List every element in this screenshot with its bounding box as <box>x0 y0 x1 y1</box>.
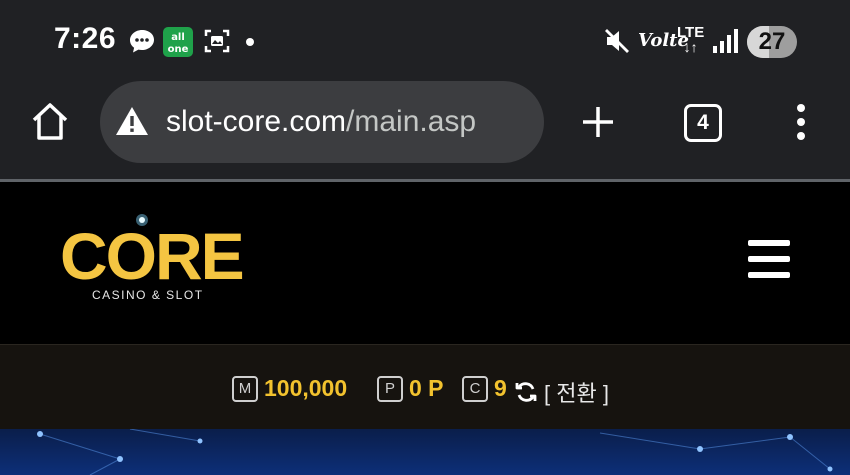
logo-wordmark: CORE <box>60 219 245 293</box>
balance-bar: M 100,000 P0 P C9 <box>0 344 850 430</box>
menu-line <box>748 256 790 262</box>
network-pattern <box>37 429 833 475</box>
app-notification-icon: all one <box>163 27 193 57</box>
url-text[interactable]: slot-core.com/main.asp <box>166 105 476 139</box>
svg-text:one: one <box>168 44 189 55</box>
mute-icon <box>603 26 631 61</box>
chat-notification-icon <box>128 27 156 55</box>
site-menu-button[interactable] <box>748 240 790 278</box>
site-header: CORE CASINO & SLOT <box>0 182 850 344</box>
money-badge: M <box>232 375 258 402</box>
url-domain: slot-core.com <box>166 105 347 138</box>
points-balance: P0 P <box>377 375 444 405</box>
coupon-balance: C9 <box>462 375 507 405</box>
tab-switcher-button[interactable]: 4 <box>684 104 722 142</box>
convert-button[interactable]: [ 전환 ] <box>544 376 609 408</box>
hero-banner <box>0 429 850 475</box>
refresh-icon[interactable] <box>514 380 538 409</box>
more-options-icon[interactable] <box>795 104 807 145</box>
status-bar: 7:26 all one Volte LTE ↓↑ 27 <box>0 0 850 80</box>
menu-line <box>748 240 790 246</box>
battery-indicator: 27 <box>747 26 797 58</box>
more-notifications-dot <box>246 38 254 46</box>
site-logo[interactable]: CORE CASINO & SLOT <box>60 214 250 308</box>
points-badge: P <box>377 375 403 402</box>
logo-subtitle: CASINO & SLOT <box>92 288 204 302</box>
data-arrows-icon: ↓↑ <box>683 39 698 55</box>
points-value: 0 P <box>409 375 444 401</box>
menu-line <box>748 272 790 278</box>
new-tab-icon[interactable] <box>580 104 616 145</box>
not-secure-warning-icon[interactable] <box>114 105 150 142</box>
signal-icon <box>712 28 738 59</box>
svg-text:all: all <box>171 32 185 43</box>
coupon-badge: C <box>462 375 488 402</box>
status-time: 7:26 <box>54 22 117 55</box>
battery-percent: 27 <box>758 28 786 55</box>
screenshot-icon <box>203 27 231 55</box>
address-bar[interactable]: slot-core.com/main.asp <box>100 81 544 163</box>
home-icon[interactable] <box>30 100 70 142</box>
money-balance: M 100,000 <box>232 375 347 405</box>
url-path: /main.asp <box>346 105 477 138</box>
coupon-value: 9 <box>494 375 507 401</box>
money-value: 100,000 <box>264 375 348 401</box>
lte-indicator: LTE ↓↑ <box>677 25 704 55</box>
